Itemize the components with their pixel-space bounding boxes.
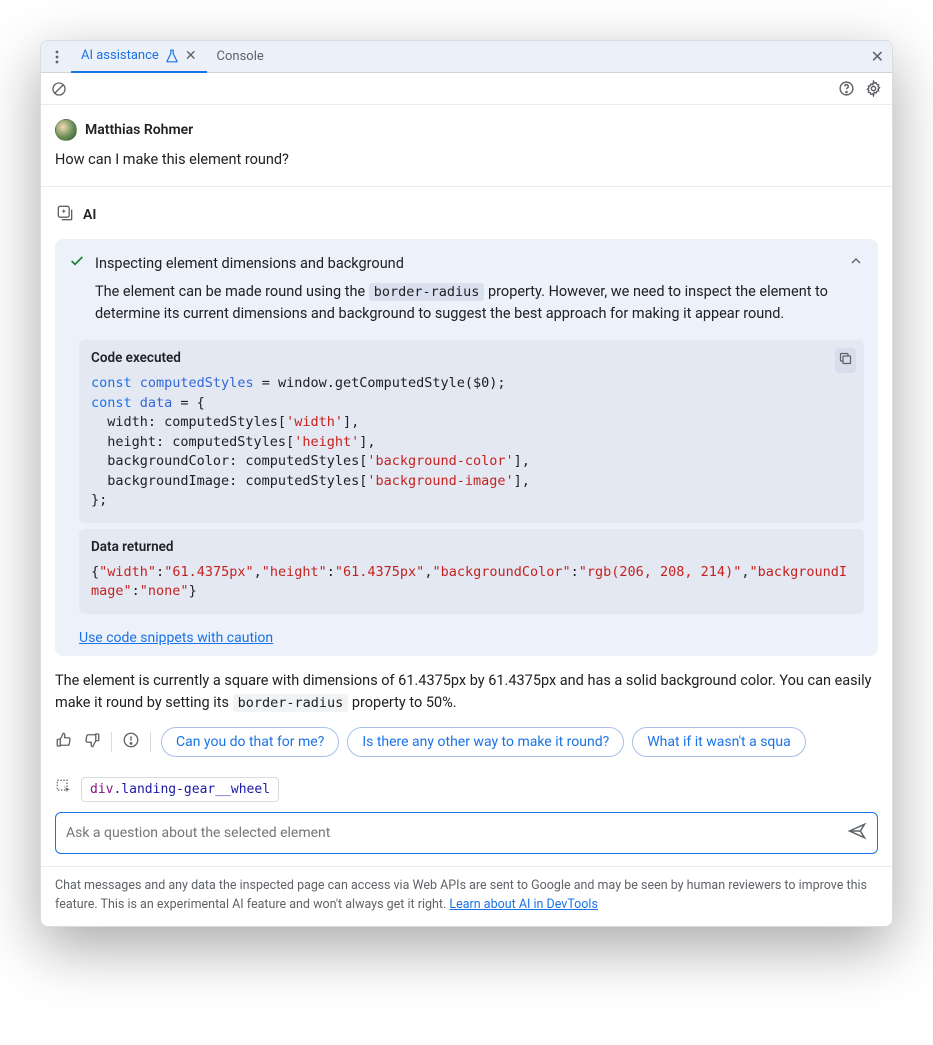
question-input-wrap [55, 812, 878, 854]
ai-assistance-panel: AI assistance ✕ Console ✕ [40, 40, 893, 927]
help-icon[interactable] [838, 80, 855, 97]
footer-disclaimer: Chat messages and any data the inspected… [41, 866, 892, 927]
chevron-up-icon[interactable] [848, 253, 864, 273]
flask-icon [165, 48, 179, 63]
select-element-icon[interactable] [55, 778, 73, 800]
context-row: div.landing-gear__wheel [41, 777, 892, 802]
tab-label: Console [217, 49, 264, 64]
close-panel-icon[interactable]: ✕ [871, 47, 884, 66]
gear-icon[interactable] [865, 80, 882, 97]
user-header: Matthias Rohmer [55, 119, 878, 141]
user-name: Matthias Rohmer [85, 122, 193, 138]
check-icon [69, 253, 85, 273]
clear-icon[interactable] [51, 81, 67, 97]
code-executed-box: Code executed const computedStyles = win… [79, 340, 864, 523]
code-executed-title: Code executed [91, 350, 852, 366]
chip-other-way[interactable]: Is there any other way to make it round? [347, 727, 624, 757]
learn-link[interactable]: Learn about AI in DevTools [449, 897, 598, 912]
data-returned-block: {"width":"61.4375px","height":"61.4375px… [91, 563, 852, 602]
tab-label: AI assistance [81, 48, 159, 63]
chat-content: Matthias Rohmer How can I make this elem… [41, 105, 892, 757]
inline-code: border-radius [369, 283, 485, 301]
ai-summary: The element is currently a square with d… [55, 670, 878, 715]
card-description: The element can be made round using the … [95, 281, 864, 326]
thumbs-up-icon[interactable] [55, 731, 73, 753]
thumbs-down-icon[interactable] [83, 731, 101, 753]
kebab-menu-icon[interactable] [49, 50, 65, 64]
sparkle-icon [55, 203, 75, 227]
tab-bar: AI assistance ✕ Console ✕ [41, 41, 892, 73]
question-input[interactable] [66, 825, 847, 841]
close-tab-icon[interactable]: ✕ [185, 48, 197, 64]
code-block: const computedStyles = window.getCompute… [91, 374, 852, 511]
chip-not-square[interactable]: What if it wasn't a squa [632, 727, 806, 757]
context-element-chip[interactable]: div.landing-gear__wheel [81, 777, 279, 802]
data-returned-box: Data returned {"width":"61.4375px","heig… [79, 529, 864, 614]
inline-code: border-radius [233, 694, 349, 712]
ai-header: AI [55, 203, 878, 227]
chip-do-that[interactable]: Can you do that for me? [161, 727, 339, 757]
tab-ai-assistance[interactable]: AI assistance ✕ [71, 41, 207, 73]
feedback-row: Can you do that for me? Is there any oth… [55, 727, 878, 757]
tab-console[interactable]: Console [207, 41, 274, 73]
send-icon[interactable] [847, 821, 867, 845]
avatar [55, 119, 77, 141]
caution-link[interactable]: Use code snippets with caution [79, 630, 273, 646]
card-title: Inspecting element dimensions and backgr… [95, 255, 404, 272]
toolbar [41, 73, 892, 105]
copy-icon[interactable] [835, 348, 856, 373]
inspection-card: Inspecting element dimensions and backgr… [55, 239, 878, 656]
data-returned-title: Data returned [91, 539, 852, 555]
user-message: How can I make this element round? [55, 151, 878, 168]
suggestion-chips: Can you do that for me? Is there any oth… [161, 727, 878, 757]
report-icon[interactable] [122, 731, 140, 753]
ai-label: AI [83, 207, 96, 223]
